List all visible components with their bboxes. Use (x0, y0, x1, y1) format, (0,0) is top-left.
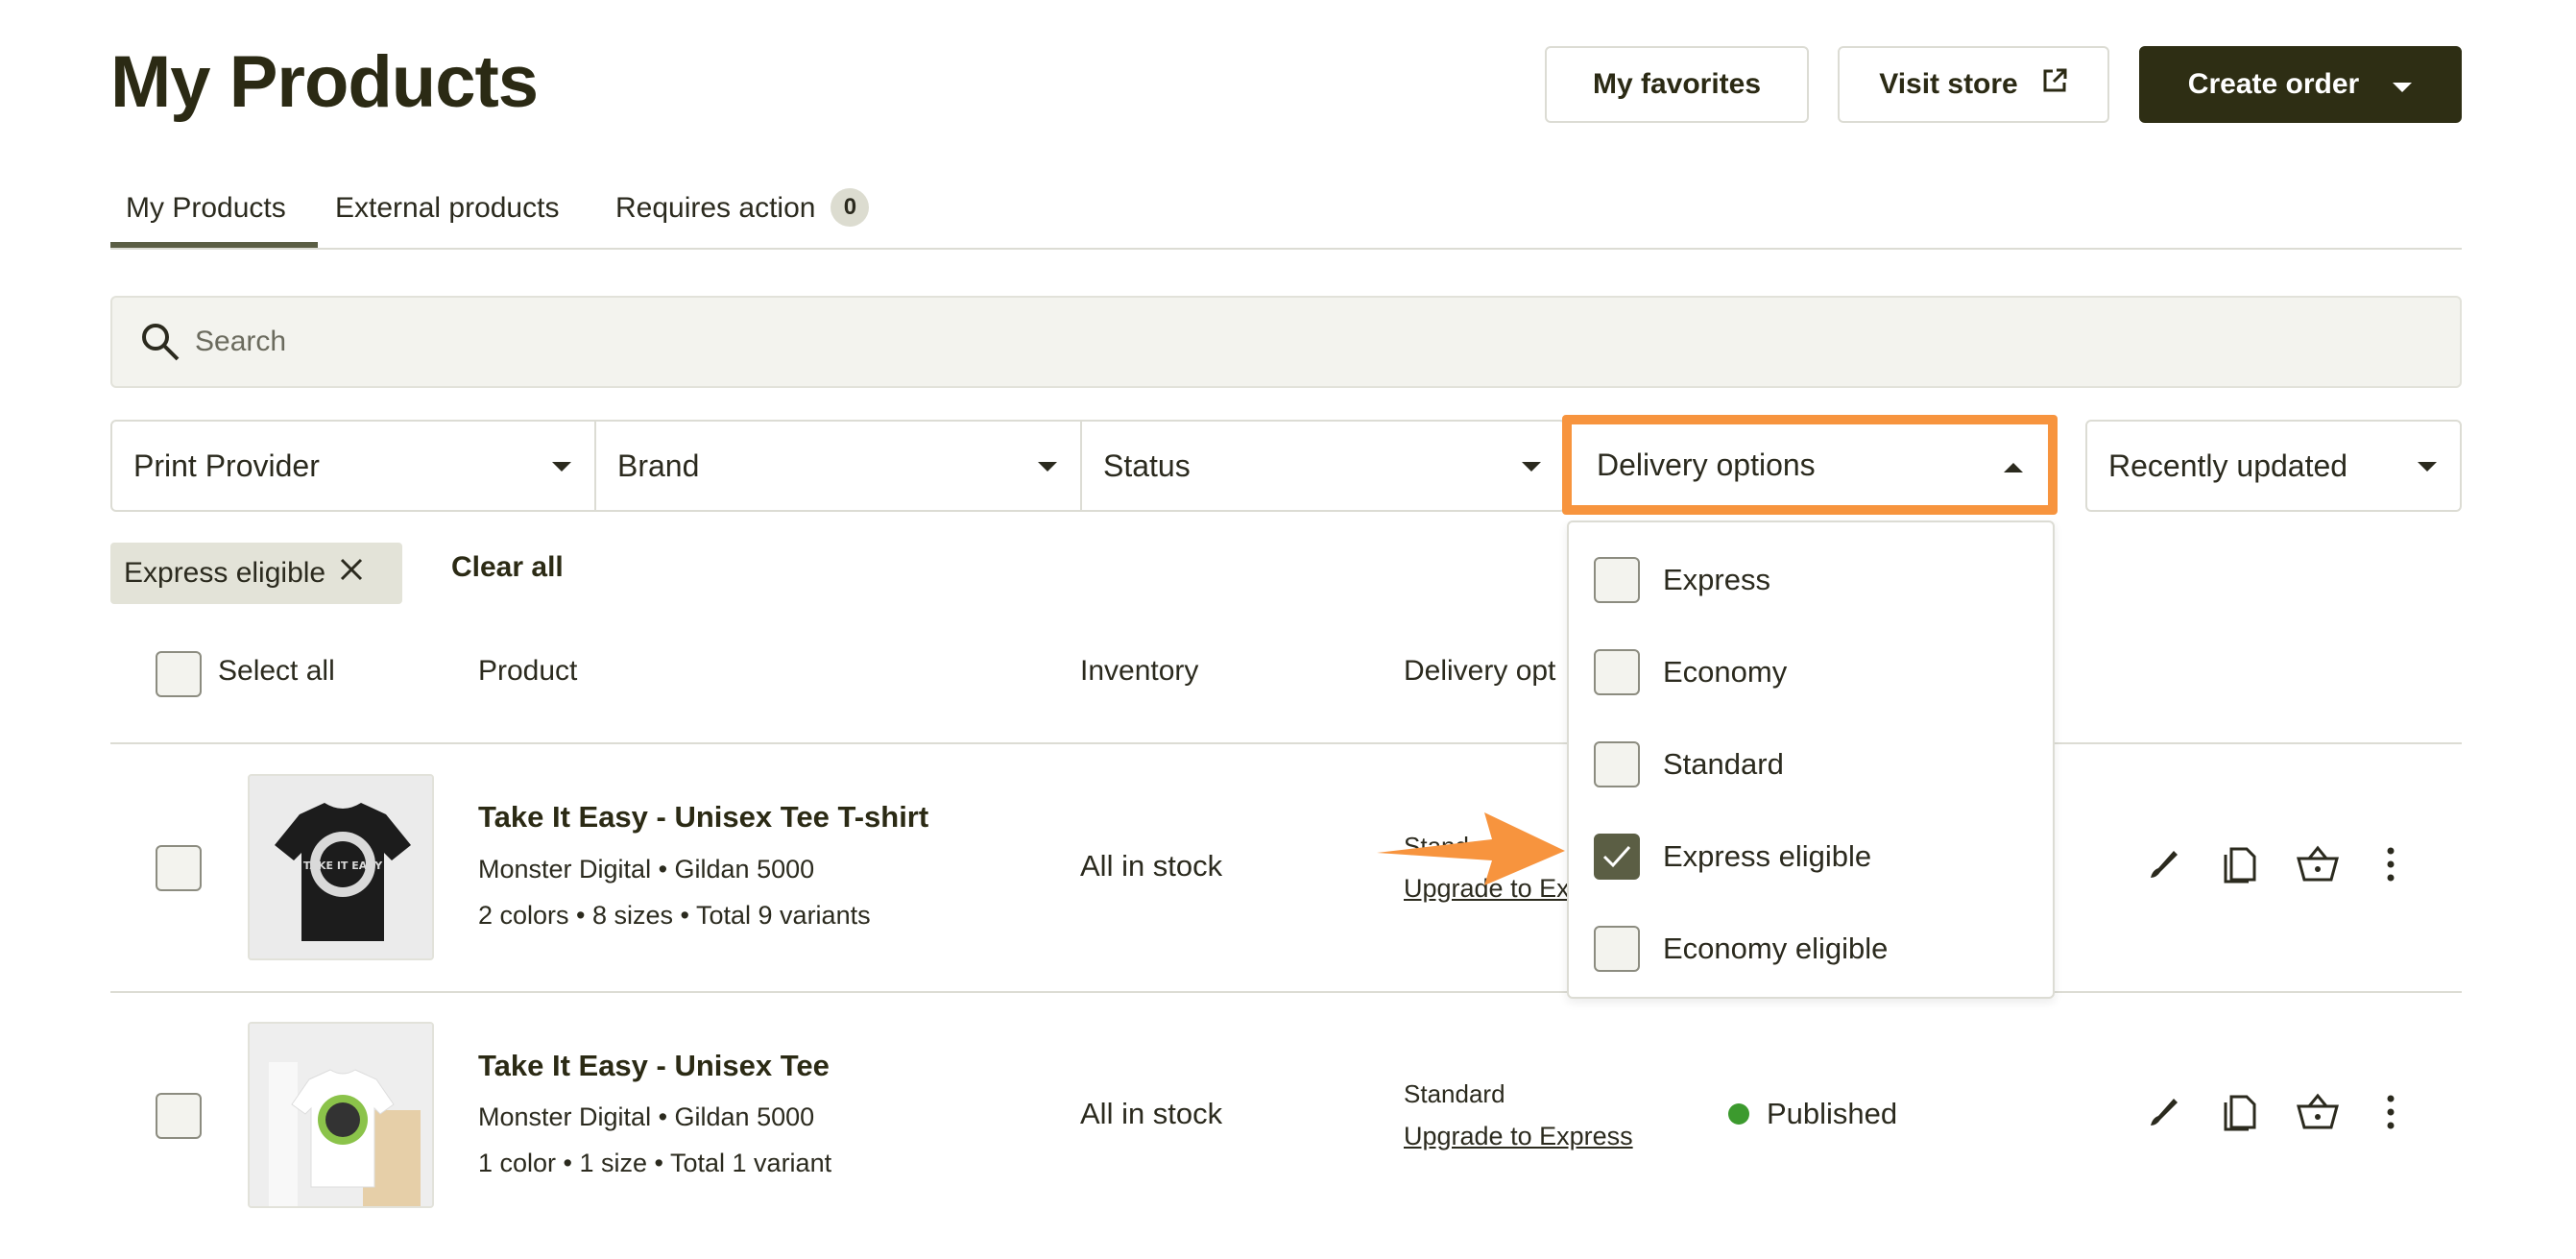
create-order-label: Create order (2187, 68, 2360, 100)
product-provider: Monster Digital • Gildan 5000 (478, 855, 815, 884)
status-filter[interactable]: Status (1080, 420, 1566, 512)
delivery-option-express-eligible[interactable]: Express eligible (1594, 828, 1871, 885)
more-options-icon[interactable] (2364, 837, 2418, 891)
column-header-inventory: Inventory (1080, 655, 1199, 687)
product-thumbnail[interactable] (248, 1022, 434, 1208)
product-variants: 1 color • 1 size • Total 1 variant (478, 1149, 832, 1177)
delivery-option-express[interactable]: Express (1594, 551, 1770, 609)
inventory-status: All in stock (1080, 1097, 1223, 1130)
delivery-options-dropdown: Express Economy Standard Express eligibl… (1567, 521, 2055, 999)
divider (110, 742, 2462, 744)
requires-action-count-badge: 0 (831, 188, 870, 227)
basket-icon[interactable] (2291, 837, 2345, 891)
status-label: Published (1767, 1097, 1898, 1130)
option-checkbox[interactable] (1594, 649, 1640, 695)
edit-icon[interactable] (2135, 837, 2189, 891)
page-title: My Products (110, 41, 539, 123)
row-checkbox[interactable] (156, 845, 202, 891)
my-favorites-label: My favorites (1592, 68, 1762, 100)
divider (110, 991, 2462, 993)
tab-my-products[interactable]: My Products (110, 192, 318, 248)
product-provider: Monster Digital • Gildan 5000 (478, 1102, 815, 1131)
active-filter-chip-label: Express eligible (124, 557, 326, 589)
visit-store-label: Visit store (1879, 68, 2018, 100)
option-label: Economy eligible (1663, 932, 1889, 965)
option-label: Express (1663, 563, 1770, 596)
inventory-status: All in stock (1080, 849, 1223, 883)
close-icon[interactable] (339, 557, 364, 590)
basket-icon[interactable] (2291, 1085, 2345, 1139)
option-checkbox[interactable] (1594, 926, 1640, 972)
option-label: Express eligible (1663, 839, 1872, 873)
tab-external-products-label: External products (335, 192, 560, 224)
delivery-options-filter[interactable]: Delivery options (1562, 415, 2058, 515)
product-thumbnail-text: TAKE IT EASY (303, 860, 383, 872)
option-label: Economy (1663, 655, 1788, 689)
search-input[interactable] (195, 298, 2403, 386)
select-all-checkbox[interactable] (156, 651, 202, 697)
tab-requires-action[interactable]: Requires action 0 (615, 188, 870, 248)
sort-select[interactable]: Recently updated (2085, 420, 2462, 512)
print-provider-filter[interactable]: Print Provider (110, 420, 596, 512)
brand-filter[interactable]: Brand (594, 420, 1082, 512)
select-all-label: Select all (218, 655, 335, 687)
row-checkbox[interactable] (156, 1093, 202, 1139)
column-header-delivery: Delivery opt (1404, 655, 1556, 687)
duplicate-icon[interactable] (2214, 837, 2268, 891)
option-checkbox-checked[interactable] (1594, 834, 1640, 880)
product-tabs: My Products External products Requires a… (110, 188, 2462, 250)
visit-store-button[interactable]: Visit store (1838, 46, 2109, 123)
status-filter-label: Status (1103, 448, 1191, 483)
edit-icon[interactable] (2135, 1085, 2189, 1139)
option-label: Standard (1663, 747, 1784, 781)
product-name[interactable]: Take It Easy - Unisex Tee T-shirt (478, 800, 928, 835)
delivery-options-filter-label: Delivery options (1597, 447, 1816, 482)
external-link-icon (2041, 67, 2068, 102)
sort-select-label: Recently updated (2108, 448, 2348, 483)
option-checkbox[interactable] (1594, 557, 1640, 603)
more-options-icon[interactable] (2364, 1085, 2418, 1139)
checkmark-icon (1602, 845, 1631, 868)
product-variants: 2 colors • 8 sizes • Total 9 variants (478, 901, 871, 930)
delivery-option-economy[interactable]: Economy (1594, 643, 1787, 701)
tab-my-products-label: My Products (126, 192, 286, 224)
option-checkbox[interactable] (1594, 741, 1640, 787)
tab-external-products[interactable]: External products (335, 192, 559, 248)
chevron-down-icon (2392, 68, 2413, 101)
delivery-method: Standard (1404, 1079, 1505, 1108)
create-order-button[interactable]: Create order (2139, 46, 2462, 123)
column-header-product: Product (478, 655, 578, 687)
brand-filter-label: Brand (617, 448, 700, 483)
my-favorites-button[interactable]: My favorites (1545, 46, 1809, 123)
chevron-down-icon (1038, 462, 1057, 472)
tab-requires-action-label: Requires action (615, 192, 816, 224)
upgrade-to-express-link[interactable]: Upgrade to Express (1404, 1122, 1633, 1151)
published-dot-icon (1728, 1103, 1749, 1125)
search-icon (139, 321, 181, 368)
chevron-down-icon (2418, 462, 2437, 472)
pointer-arrow-icon (1377, 811, 1567, 892)
search-bar (110, 296, 2462, 388)
status-badge: Published (1728, 1097, 1897, 1131)
clear-all-button[interactable]: Clear all (451, 551, 564, 584)
duplicate-icon[interactable] (2214, 1085, 2268, 1139)
chevron-down-icon (552, 462, 571, 472)
delivery-option-economy-eligible[interactable]: Economy eligible (1594, 920, 1888, 978)
product-thumbnail[interactable]: TAKE IT EASY (248, 774, 434, 960)
product-name[interactable]: Take It Easy - Unisex Tee (478, 1049, 830, 1083)
chevron-down-icon (1522, 462, 1541, 472)
active-filter-chip: Express eligible (110, 543, 402, 604)
print-provider-filter-label: Print Provider (133, 448, 320, 483)
delivery-option-standard[interactable]: Standard (1594, 736, 1784, 793)
chevron-up-icon (2004, 463, 2023, 472)
